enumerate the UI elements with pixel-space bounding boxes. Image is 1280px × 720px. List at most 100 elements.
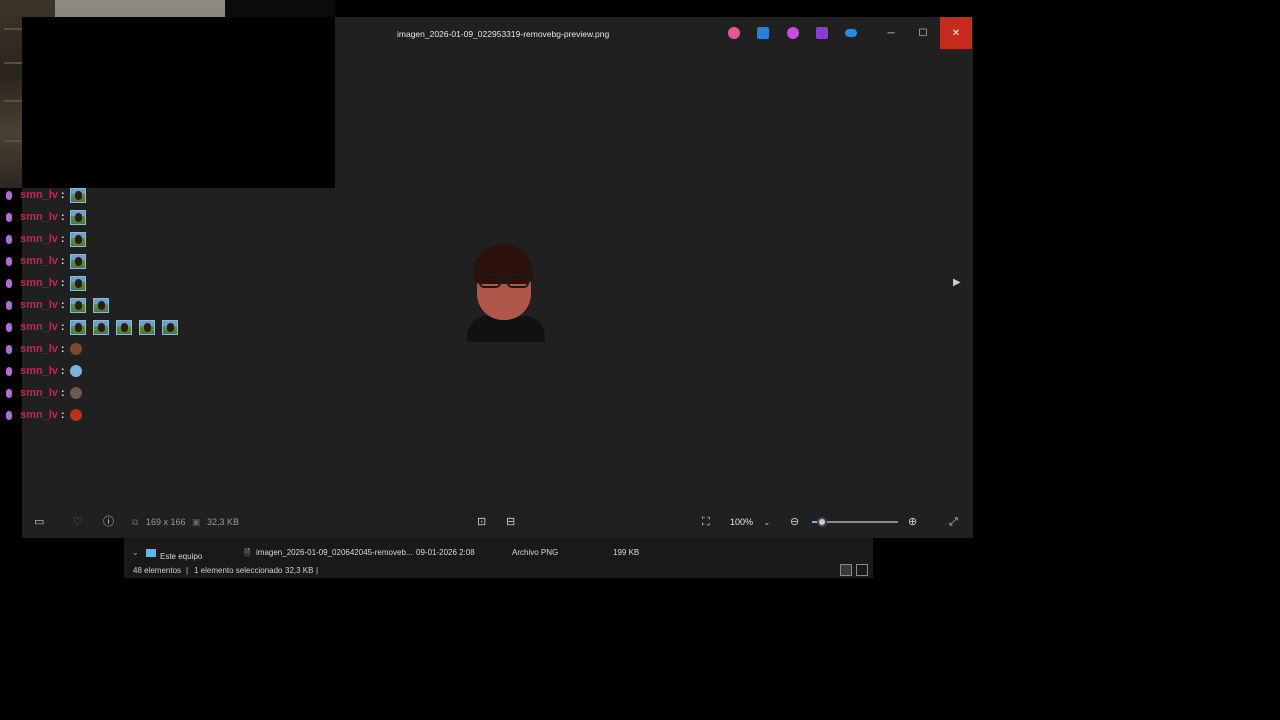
chat-message: smn_lv: — [6, 382, 206, 404]
chat-colon: : — [60, 387, 65, 399]
status-separator: | — [316, 566, 319, 575]
chat-message: smn_lv: — [6, 294, 206, 316]
minimize-button[interactable]: ─ — [875, 17, 907, 49]
file-name[interactable]: imagen_2026-01-09_020642045-removeb... — [256, 547, 413, 559]
dimensions-icon: ⧉ — [132, 517, 139, 527]
chat-colon: : — [60, 321, 65, 333]
chat-emote-icon — [92, 297, 109, 313]
chevron-down-icon[interactable]: ⌄ — [763, 516, 771, 528]
fullscreen-icon[interactable]: ⤢ — [949, 516, 958, 528]
chat-username: smn_lv — [20, 387, 58, 399]
zoom-out-icon[interactable]: ⊖ — [790, 516, 799, 528]
microphone-badge-icon — [6, 410, 12, 420]
chat-colon: : — [60, 409, 65, 421]
file-icon: 🗎 — [244, 548, 251, 557]
chat-message: smn_lv: — [6, 250, 206, 272]
copilot-icon[interactable] — [728, 27, 740, 39]
chat-username: smn_lv — [20, 211, 58, 223]
zoom-slider-thumb[interactable] — [817, 517, 828, 527]
chat-colon: : — [60, 365, 65, 377]
microphone-badge-icon — [6, 388, 12, 398]
microphone-badge-icon — [6, 234, 12, 244]
microphone-badge-icon — [6, 278, 12, 288]
chat-username: smn_lv — [20, 277, 58, 289]
chevron-down-icon[interactable]: ⌄ — [132, 547, 139, 559]
chat-colon: : — [60, 277, 65, 289]
chat-emoji-icon — [69, 409, 82, 421]
chat-emote-icon — [69, 209, 86, 225]
maximize-button[interactable]: ☐ — [907, 17, 939, 49]
chat-colon: : — [60, 211, 65, 223]
status-item-count: 48 elementos — [133, 566, 182, 575]
favorite-heart-icon[interactable]: ♡ — [73, 516, 83, 528]
bottom-toolbar: ▭ ♡ ⓘ ⧉ 169 x 166 ▣ 32,3 KB ⊡ ⊟ ⛶ 100% ⌄… — [22, 506, 973, 538]
chat-username: smn_lv — [20, 321, 58, 333]
visual-search-icon[interactable]: ⊡ — [477, 516, 486, 528]
chat-username: smn_lv — [20, 409, 58, 421]
chat-username: smn_lv — [20, 299, 58, 311]
microphone-badge-icon — [6, 190, 12, 200]
image-file-size: 32,3 KB — [207, 517, 240, 527]
zoom-level-dropdown[interactable]: 100% — [730, 516, 753, 528]
pc-icon — [146, 549, 156, 557]
chat-emote-icon — [92, 319, 109, 335]
chat-colon: : — [60, 233, 65, 245]
chat-colon: : — [60, 255, 65, 267]
designer-icon[interactable] — [757, 27, 769, 39]
status-separator: | — [186, 566, 189, 575]
chat-message: smn_lv: — [6, 360, 206, 382]
text-scan-icon[interactable]: ⊟ — [506, 516, 515, 528]
chat-username: smn_lv — [20, 189, 58, 201]
displayed-image — [467, 244, 545, 342]
zoom-slider[interactable] — [812, 517, 898, 527]
chat-username: smn_lv — [20, 255, 58, 267]
fit-to-window-icon[interactable]: ⛶ — [702, 516, 710, 528]
window-title: imagen_2026-01-09_022953319-removebg-pre… — [397, 29, 610, 39]
stream-chat-overlay: smn_lv: smn_lv: smn_lv: smn_lv: smn_lv: smn_l… — [6, 184, 206, 426]
zoom-in-icon[interactable]: ⊕ — [908, 516, 917, 528]
chat-message: smn_lv: — [6, 272, 206, 294]
microphone-badge-icon — [6, 256, 12, 266]
file-date: 09-01-2026 2:08 — [416, 548, 475, 557]
chat-colon: : — [60, 299, 65, 311]
chat-username: smn_lv — [20, 233, 58, 245]
file-size: 199 KB — [613, 548, 640, 557]
chat-message: smn_lv: — [6, 338, 206, 360]
onedrive-icon[interactable] — [845, 29, 857, 37]
microphone-badge-icon — [6, 212, 12, 222]
chat-message: smn_lv: — [6, 228, 206, 250]
chat-colon: : — [60, 343, 65, 355]
chat-message: smn_lv: — [6, 404, 206, 426]
chat-emote-icon — [69, 297, 86, 313]
chat-username: smn_lv — [20, 343, 58, 355]
details-view-button[interactable] — [840, 564, 852, 576]
tree-item-este-equipo[interactable]: Este equipo — [160, 551, 202, 563]
clipchamp-purple-icon[interactable] — [816, 27, 828, 39]
chat-emoji-icon — [69, 365, 82, 377]
title-bar: imagen_2026-01-09_022953319-removebg-pre… — [335, 17, 973, 51]
file-info-icon[interactable]: ⓘ — [103, 516, 114, 528]
filmstrip-icon[interactable]: ▭ — [34, 516, 44, 528]
image-dimensions: 169 x 166 — [146, 517, 186, 527]
chat-message: smn_lv: — [6, 184, 206, 206]
chat-emote-icon — [161, 319, 178, 335]
chat-emote-icon — [69, 231, 86, 247]
microphone-badge-icon — [6, 366, 12, 376]
tiles-view-button[interactable] — [856, 564, 868, 576]
chat-username: smn_lv — [20, 365, 58, 377]
status-selected: 1 elemento seleccionado — [194, 566, 283, 575]
close-button[interactable]: ✕ — [940, 17, 972, 49]
chat-colon: : — [60, 189, 65, 201]
file-type: Archivo PNG — [512, 548, 559, 557]
microphone-badge-icon — [6, 300, 12, 310]
microphone-badge-icon — [6, 344, 12, 354]
clipchamp-icon[interactable] — [787, 27, 799, 39]
chat-emote-icon — [115, 319, 132, 335]
file-explorer-window: ⌄ Este equipo 🗎 imagen_2026-01-09_020642… — [124, 538, 873, 578]
chat-emote-icon — [69, 319, 86, 335]
file-size-icon: ▣ — [192, 517, 201, 527]
chat-emote-icon — [69, 253, 86, 269]
status-selected-size: 32,3 KB — [285, 566, 314, 575]
next-image-arrow-icon[interactable]: ▶ — [953, 277, 965, 291]
chat-emote-icon — [69, 187, 86, 203]
